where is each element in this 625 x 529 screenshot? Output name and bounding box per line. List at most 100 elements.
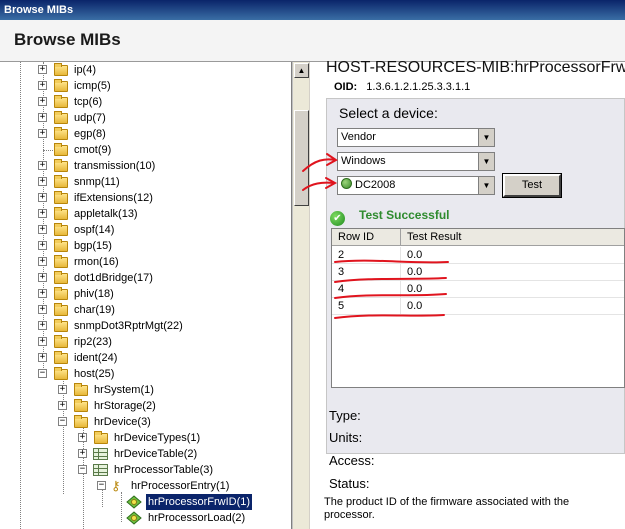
expand-icon[interactable]: + bbox=[38, 65, 47, 74]
tree-node-icmp[interactable]: + icmp(5) bbox=[38, 78, 288, 94]
tree-node-udp[interactable]: + udp(7) bbox=[38, 110, 288, 126]
tree-scrollbar[interactable]: ▲ bbox=[292, 62, 309, 529]
test-status: ✔ Test Successful bbox=[330, 208, 449, 226]
tree-node-ifextensions[interactable]: + ifExtensions(12) bbox=[38, 190, 288, 206]
check-icon: ✔ bbox=[330, 211, 345, 226]
expand-icon[interactable]: + bbox=[38, 97, 47, 106]
folder-icon bbox=[54, 303, 68, 316]
chevron-down-icon[interactable]: ▼ bbox=[478, 177, 494, 194]
table-icon bbox=[93, 464, 108, 476]
tree-node-hrdevicetypes[interactable]: + hrDeviceTypes(1) bbox=[78, 430, 288, 446]
folder-icon bbox=[54, 95, 68, 108]
mib-tree[interactable]: + ip(4) + icmp(5) + tcp(6) + udp(7) + eg… bbox=[0, 62, 292, 529]
folder-icon bbox=[94, 431, 108, 444]
folder-icon bbox=[74, 399, 88, 412]
expand-icon[interactable]: + bbox=[58, 385, 67, 394]
expand-icon[interactable]: + bbox=[38, 209, 47, 218]
expand-icon[interactable]: + bbox=[38, 177, 47, 186]
device-icon bbox=[341, 178, 352, 189]
tree-node-hrprocessorfrwid[interactable]: hrProcessorFrwID(1) bbox=[126, 494, 288, 510]
tree-node-egp[interactable]: + egp(8) bbox=[38, 126, 288, 142]
tree-node-bgp[interactable]: + bgp(15) bbox=[38, 238, 288, 254]
collapse-icon[interactable]: − bbox=[78, 465, 87, 474]
vendor-select[interactable]: Vendor ▼ bbox=[337, 128, 495, 147]
chevron-down-icon[interactable]: ▼ bbox=[478, 129, 494, 146]
tree-node-rip2[interactable]: + rip2(23) bbox=[38, 334, 288, 350]
expand-icon[interactable]: + bbox=[38, 81, 47, 90]
expand-icon[interactable]: + bbox=[38, 321, 47, 330]
expand-icon[interactable]: + bbox=[38, 289, 47, 298]
tree-node-ip[interactable]: + ip(4) bbox=[38, 62, 288, 78]
device-select[interactable]: DC2008 ▼ bbox=[337, 176, 495, 195]
expand-icon[interactable]: + bbox=[38, 337, 47, 346]
expand-icon[interactable]: + bbox=[38, 225, 47, 234]
table-row[interactable]: 3 0.0 bbox=[332, 264, 624, 281]
tree-node-snmpdot3rptrmgt[interactable]: + snmpDot3RptrMgt(22) bbox=[38, 318, 288, 334]
tree-guide-line bbox=[20, 62, 21, 529]
expand-icon[interactable]: + bbox=[38, 161, 47, 170]
test-results-grid[interactable]: Row ID Test Result 2 0.0 3 0.0 4 0.0 5 0… bbox=[331, 228, 625, 388]
expand-icon[interactable]: + bbox=[38, 241, 47, 250]
type-label: Type: bbox=[329, 408, 361, 423]
column-header-row-id[interactable]: Row ID bbox=[332, 229, 401, 246]
scroll-thumb[interactable] bbox=[294, 110, 309, 206]
expand-icon[interactable]: + bbox=[38, 257, 47, 266]
window-title-bar: Browse MIBs bbox=[0, 0, 625, 20]
folder-icon bbox=[54, 207, 68, 220]
select-device-label: Select a device: bbox=[339, 105, 438, 121]
tree-node-phiv[interactable]: + phiv(18) bbox=[38, 286, 288, 302]
tree-node-hrprocessorentry[interactable]: − ⚷ hrProcessorEntry(1) bbox=[97, 478, 288, 494]
expand-icon[interactable]: + bbox=[38, 353, 47, 362]
mib-object-title: HOST-RESOURCES-MIB:hrProcessorFrwI bbox=[326, 59, 625, 76]
test-button[interactable]: Test bbox=[502, 173, 562, 198]
tree-node-appletalk[interactable]: + appletalk(13) bbox=[38, 206, 288, 222]
table-row[interactable]: 2 0.0 bbox=[332, 247, 624, 264]
details-panel: HOST-RESOURCES-MIB:hrProcessorFrwI OID: … bbox=[310, 59, 625, 529]
key-icon: ⚷ bbox=[111, 478, 121, 493]
tree-node-dot1dbridge[interactable]: + dot1dBridge(17) bbox=[38, 270, 288, 286]
units-label: Units: bbox=[329, 430, 363, 445]
object-description: The product ID of the firmware associate… bbox=[324, 496, 570, 521]
collapse-icon[interactable]: − bbox=[38, 369, 47, 378]
tree-node-host[interactable]: − host(25) bbox=[38, 366, 288, 382]
collapse-icon[interactable]: − bbox=[97, 481, 106, 490]
os-select[interactable]: Windows ▼ bbox=[337, 152, 495, 171]
expand-icon[interactable]: + bbox=[38, 273, 47, 282]
tree-node-char[interactable]: + char(19) bbox=[38, 302, 288, 318]
tree-node-transmission[interactable]: + transmission(10) bbox=[38, 158, 288, 174]
expand-icon[interactable]: + bbox=[38, 193, 47, 202]
tree-node-rmon[interactable]: + rmon(16) bbox=[38, 254, 288, 270]
expand-icon[interactable]: + bbox=[38, 129, 47, 138]
tree-node-snmp[interactable]: + snmp(11) bbox=[38, 174, 288, 190]
expand-icon[interactable]: + bbox=[38, 305, 47, 314]
expand-icon[interactable]: + bbox=[38, 113, 47, 122]
tree-node-ident[interactable]: + ident(24) bbox=[38, 350, 288, 366]
table-row[interactable]: 5 0.0 bbox=[332, 298, 624, 315]
folder-icon bbox=[54, 191, 68, 204]
tree-node-hrdevicetable[interactable]: + hrDeviceTable(2) bbox=[78, 446, 288, 462]
expand-icon[interactable]: + bbox=[78, 433, 87, 442]
folder-icon bbox=[74, 383, 88, 396]
chevron-down-icon[interactable]: ▼ bbox=[478, 153, 494, 170]
tree-node-tcp[interactable]: + tcp(6) bbox=[38, 94, 288, 110]
folder-icon bbox=[54, 143, 68, 156]
tree-guide-line bbox=[121, 492, 122, 522]
tree-node-hrstorage[interactable]: + hrStorage(2) bbox=[58, 398, 288, 414]
tree-node-hrprocessorload[interactable]: hrProcessorLoad(2) bbox=[126, 510, 288, 526]
tree-node-ospf[interactable]: + ospf(14) bbox=[38, 222, 288, 238]
column-header-test-result[interactable]: Test Result bbox=[401, 229, 624, 246]
oid-row: OID: 1.3.6.1.2.1.25.3.3.1.1 bbox=[334, 81, 470, 93]
folder-icon bbox=[54, 255, 68, 268]
page-title: Browse MIBs bbox=[14, 30, 121, 49]
folder-icon bbox=[54, 335, 68, 348]
tree-node-cmot[interactable]: cmot(9) bbox=[38, 142, 288, 158]
oid-value: 1.3.6.1.2.1.25.3.3.1.1 bbox=[366, 81, 471, 93]
expand-icon[interactable]: + bbox=[78, 449, 87, 458]
tree-node-hrprocessortable[interactable]: − hrProcessorTable(3) bbox=[78, 462, 288, 478]
table-row[interactable]: 4 0.0 bbox=[332, 281, 624, 298]
collapse-icon[interactable]: − bbox=[58, 417, 67, 426]
scroll-up-icon[interactable]: ▲ bbox=[294, 63, 309, 78]
tree-node-hrsystem[interactable]: + hrSystem(1) bbox=[58, 382, 288, 398]
expand-icon[interactable]: + bbox=[58, 401, 67, 410]
tree-node-hrdevice[interactable]: − hrDevice(3) bbox=[58, 414, 288, 430]
